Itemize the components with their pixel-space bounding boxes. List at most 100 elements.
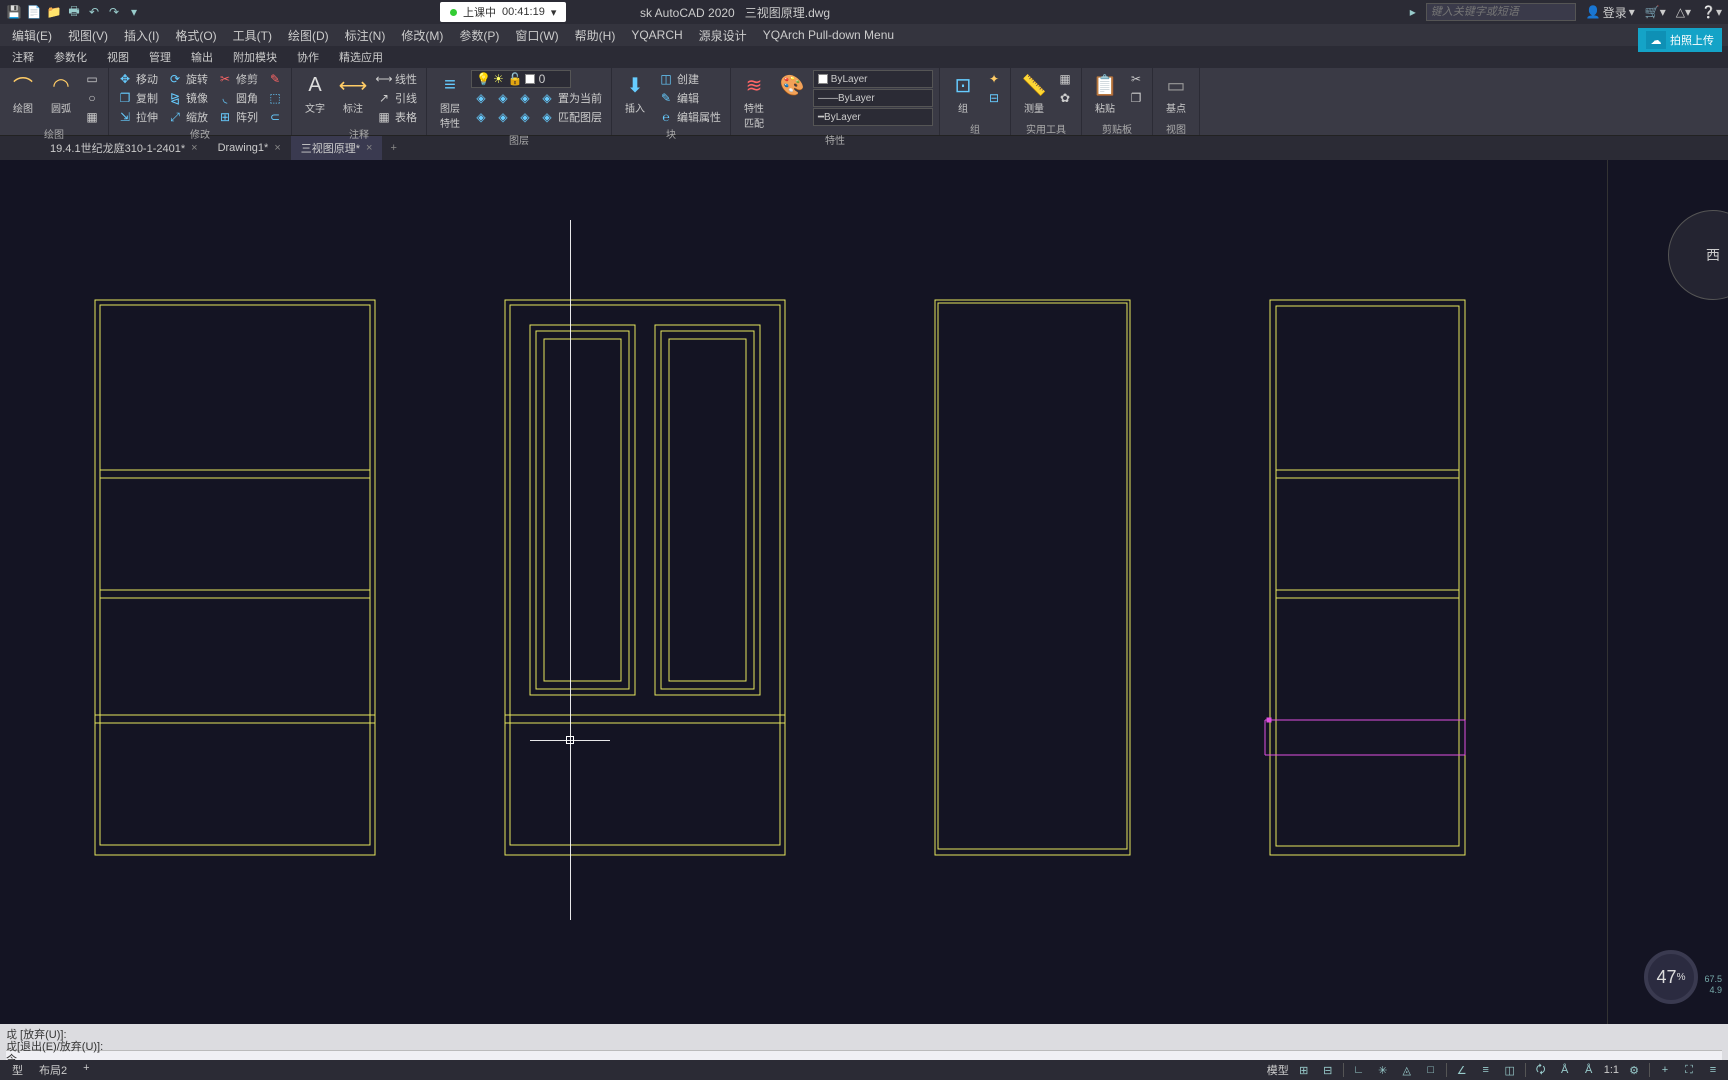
cut-icon[interactable]: ✂ [1126,70,1146,88]
gear-icon[interactable]: ⚙ [1625,1062,1643,1078]
lineweight-icon[interactable]: ≡ [1477,1062,1495,1078]
util-icon2[interactable]: ✿ [1055,89,1075,107]
hatch-button[interactable]: ▦ [82,108,102,126]
dimension-button[interactable]: ⟷标注 [336,70,370,117]
undo-icon[interactable]: ↶ [86,4,102,20]
anno-scale-icon[interactable]: Å [1556,1062,1574,1078]
iso-icon[interactable]: ◬ [1398,1062,1416,1078]
ribbon-tab-view[interactable]: 视图 [99,46,137,68]
search-input[interactable] [1426,3,1576,21]
text-button[interactable]: A文字 [298,70,332,117]
layer-icon1[interactable]: ◈ [471,89,491,107]
menu-yqarch[interactable]: YQARCH [631,28,682,42]
group-button[interactable]: ⊡组 [946,70,980,117]
cart-icon[interactable]: 🛒▾ [1645,5,1666,19]
fullscreen-icon[interactable]: ⛶ [1680,1062,1698,1078]
scale-button[interactable]: ⤢缩放 [165,108,211,126]
properties-palette-icon[interactable]: 🎨 [775,70,809,100]
grid-icon[interactable]: ⊞ [1295,1062,1313,1078]
mod-ext1-icon[interactable]: ✎ [265,70,285,88]
layer-icon3[interactable]: ◈ [515,89,535,107]
mod-ext3-icon[interactable]: ⊂ [265,108,285,126]
save-icon[interactable]: 💾 [6,4,22,20]
menu-insert[interactable]: 插入(I) [124,27,159,44]
menu-parametric[interactable]: 参数(P) [459,27,499,44]
layout-tab-model[interactable]: 型 [6,1060,29,1080]
util-icon1[interactable]: ▦ [1055,70,1075,88]
menu-edit[interactable]: 编辑(E) [12,27,52,44]
trim-button[interactable]: ✂修剪 [215,70,261,88]
copy-button[interactable]: ❐复制 [115,89,161,107]
menu-draw[interactable]: 绘图(D) [288,27,329,44]
set-current-layer-button[interactable]: ◈置为当前 [537,89,605,107]
upload-button[interactable]: ☁ 拍照上传 [1638,28,1722,52]
ribbon-tab-annotation[interactable]: 注释 [4,46,42,68]
layer-icon5[interactable]: ◈ [493,108,513,126]
table-button[interactable]: ▦表格 [374,108,420,126]
model-space-button[interactable]: 模型 [1267,1062,1289,1078]
info-arrow-icon[interactable]: ▸ [1410,5,1416,19]
layer-icon6[interactable]: ◈ [515,108,535,126]
otrack-icon[interactable]: ∠ [1453,1062,1471,1078]
menu-tools[interactable]: 工具(T) [233,27,272,44]
saveas-icon[interactable]: 📄 [26,4,42,20]
ribbon-tab-addins[interactable]: 附加模块 [225,46,285,68]
ribbon-tab-parametric[interactable]: 参数化 [46,46,95,68]
linear-button[interactable]: ⟷线性 [374,70,420,88]
group-opt2-icon[interactable]: ⊟ [984,89,1004,107]
menu-yuanquan[interactable]: 源泉设计 [699,27,747,44]
cycle-icon[interactable]: 🗘 [1532,1062,1550,1078]
anno-vis-icon[interactable]: Å [1580,1062,1598,1078]
zoom-indicator[interactable]: 47% [1644,950,1698,1004]
match-properties-button[interactable]: ≋特性 匹配 [737,70,771,132]
badge-dropdown-icon[interactable]: ▾ [551,6,557,19]
array-button[interactable]: ⊞阵列 [215,108,261,126]
mirror-button[interactable]: ⧎镜像 [165,89,211,107]
redo-icon[interactable]: ↷ [106,4,122,20]
menu-yqarch-pulldown[interactable]: YQArch Pull-down Menu [763,28,894,42]
ribbon-tab-collab[interactable]: 协作 [289,46,327,68]
paste-button[interactable]: 📋粘贴 [1088,70,1122,117]
menu-help[interactable]: 帮助(H) [575,27,616,44]
lineweight-dropdown[interactable]: ━ ByLayer [813,108,933,126]
stretch-button[interactable]: ⇲拉伸 [115,108,161,126]
mod-ext2-icon[interactable]: ⬚ [265,89,285,107]
plus-icon[interactable]: + [1656,1062,1674,1078]
arc-button[interactable]: ◠圆弧 [44,70,78,117]
fillet-button[interactable]: ◟圆角 [215,89,261,107]
transparency-icon[interactable]: ◫ [1501,1062,1519,1078]
ribbon-tab-featured[interactable]: 精选应用 [331,46,391,68]
menu-view[interactable]: 视图(V) [68,27,108,44]
measure-button[interactable]: 📏测量 [1017,70,1051,117]
close-icon[interactable]: × [366,142,372,154]
app-switch-icon[interactable]: △▾ [1676,5,1691,19]
menu-dimension[interactable]: 标注(N) [345,27,386,44]
color-dropdown[interactable]: ByLayer [813,70,933,88]
ribbon-tab-manage[interactable]: 管理 [141,46,179,68]
leader-button[interactable]: ↗引线 [374,89,420,107]
layer-properties-button[interactable]: ≡图层 特性 [433,70,467,132]
move-button[interactable]: ✥移动 [115,70,161,88]
edit-attr-button[interactable]: ℮编辑属性 [656,108,724,126]
drawing-canvas[interactable]: 西 47% 67.54.9 [0,160,1728,1024]
print-icon[interactable]: 🖶 [66,4,82,20]
qat-more-icon[interactable]: ▾ [126,4,142,20]
menu-format[interactable]: 格式(O) [175,27,216,44]
group-opt1-icon[interactable]: ✦ [984,70,1004,88]
layer-dropdown[interactable]: 💡 ☀ 🔓 0 [471,70,571,88]
open-icon[interactable]: 📁 [46,4,62,20]
doc-tab-2[interactable]: Drawing1*× [208,138,291,158]
polar-icon[interactable]: ✳ [1374,1062,1392,1078]
rotate-button[interactable]: ⟳旋转 [165,70,211,88]
ortho-icon[interactable]: ∟ [1350,1062,1368,1078]
custom-icon[interactable]: ≡ [1704,1062,1722,1078]
ribbon-tab-output[interactable]: 输出 [183,46,221,68]
layout-tab-add[interactable]: + [77,1060,95,1080]
sign-in-button[interactable]: 👤 登录 ▾ [1586,4,1635,21]
edit-block-button[interactable]: ✎编辑 [656,89,724,107]
close-icon[interactable]: × [191,142,197,154]
close-icon[interactable]: × [274,142,280,154]
line-button[interactable]: ⌒绘图 [6,70,40,117]
insert-block-button[interactable]: ⬇插入 [618,70,652,117]
copy-clip-icon[interactable]: ❐ [1126,89,1146,107]
